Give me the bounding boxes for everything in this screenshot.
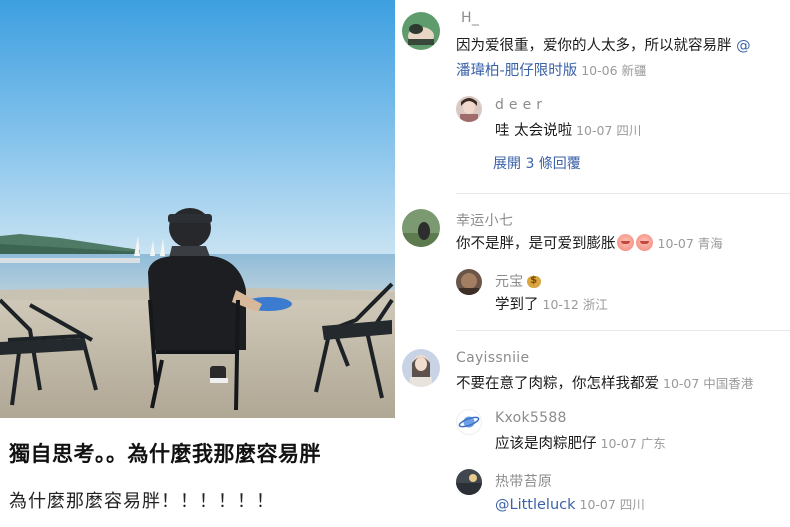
reply-text: @Littleluck 10-07 四川 [495,493,645,517]
reply-username: 元宝 [495,271,541,291]
reply-body: 应该是肉粽肥仔 [495,436,597,452]
mention-link[interactable]: @ [736,38,751,54]
comment-meta: 10-06 新疆 [581,63,647,78]
comment-text: 你不是胖，是可爱到膨胀 10-07 青海 [456,232,723,256]
comment-text: 不要在意了肉粽，你怎样我都爱 10-07 中国香港 [456,372,753,396]
post-photo[interactable] [0,0,395,418]
face-emoji [616,234,634,251]
reply-username[interactable]: Kxok5588 [495,410,567,426]
divider [456,193,790,194]
post-panel: 獨自思考。。為什麼我那麼容易胖 為什麼那麼容易胖！！！！！！ [0,0,395,527]
post-body: 為什麼那麼容易胖！！！！！！ [9,491,275,512]
avatar[interactable] [402,209,440,247]
reply-meta: 10-07 四川 [579,497,645,512]
reply-username-text[interactable]: 元宝 [495,274,524,290]
reply-meta: 10-07 四川 [576,123,642,138]
avatar[interactable] [456,409,482,435]
beach-photo-image [0,0,395,418]
reply-text: 应该是肉粽肥仔 10-07 广东 [495,432,666,456]
reply-body: 哇 太会说啦 [495,123,573,139]
mention-link[interactable]: 潘瑋柏-肥仔限时版 [456,63,577,79]
avatar[interactable] [402,349,440,387]
reply-username[interactable]: 热带苔原 [495,471,552,491]
comment-text-line2: 潘瑋柏-肥仔限时版 10-06 新疆 [456,59,647,83]
avatar[interactable] [456,469,482,495]
comment-username[interactable]: 幸运小七 [456,210,513,230]
comment-section: H_ 因为爱很重，爱你的人太多，所以就容易胖 @ 潘瑋柏-肥仔限时版 10-06 … [395,0,790,527]
avatar[interactable] [456,96,482,122]
comment-body: 你不是胖，是可爱到膨胀 [456,236,616,252]
divider [456,330,790,331]
avatar[interactable] [402,12,440,50]
comment-body: 不要在意了肉粽，你怎样我都爱 [456,376,659,392]
money-bag-icon [526,272,541,288]
comment-meta: 10-07 青海 [657,236,723,251]
avatar[interactable] [456,269,482,295]
reply-username[interactable]: d e e r [495,97,542,113]
reply-body: 学到了 [495,297,539,313]
comment-text: 因为爱很重，爱你的人太多，所以就容易胖 @ [456,34,751,58]
reply-meta: 10-07 广东 [600,436,666,451]
mention-link[interactable]: @Littleluck [495,497,576,513]
reply-meta: 10-12 浙江 [542,297,608,312]
reply-text: 学到了 10-12 浙江 [495,293,608,317]
comment-meta: 10-07 中国香港 [663,376,754,391]
reply-text: 哇 太会说啦 10-07 四川 [495,119,641,143]
face-emoji [635,234,653,251]
comment-username[interactable]: Cayissniie [456,350,529,366]
comment-body: 因为爱很重，爱你的人太多，所以就容易胖 [456,38,732,54]
expand-replies-button[interactable]: 展開 3 條回覆 [493,153,581,173]
comment-username[interactable]: H_ [461,10,479,26]
post-title: 獨自思考。。為什麼我那麼容易胖 [9,442,321,466]
